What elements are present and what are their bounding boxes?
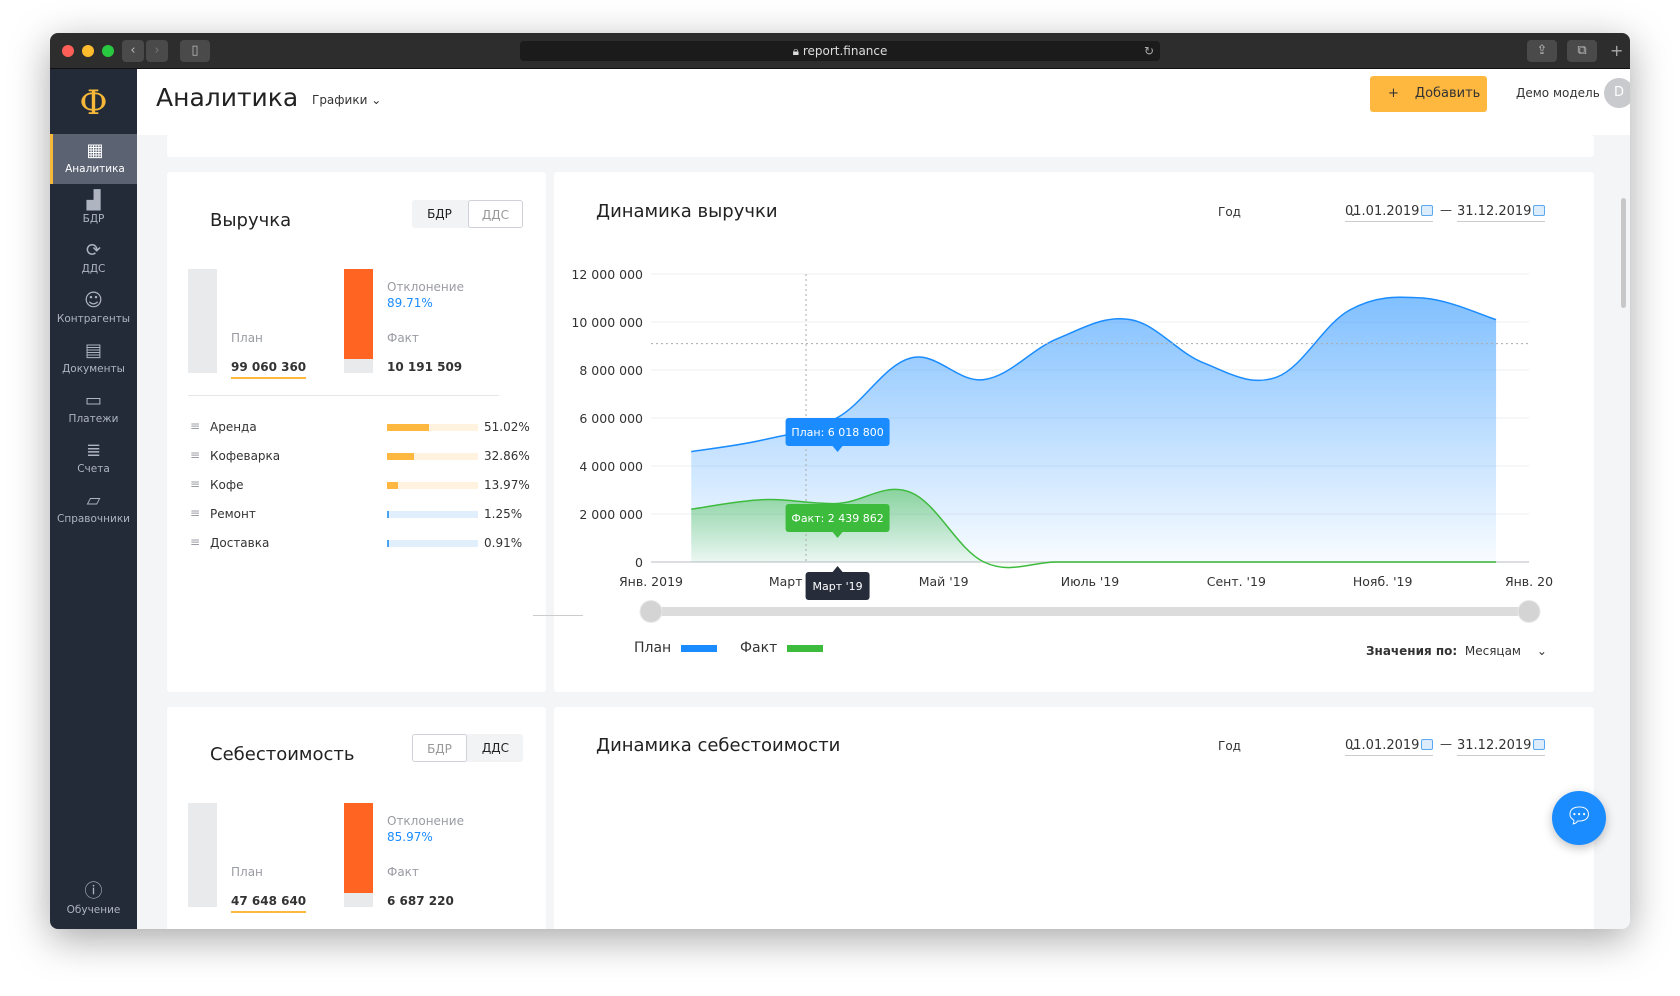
tooltip-x: Март '19 bbox=[805, 566, 870, 600]
card-title: Себестоимость bbox=[210, 744, 355, 765]
x-tick-label: Сент. '19 bbox=[1207, 574, 1266, 589]
y-tick-label: 6 000 000 bbox=[579, 411, 643, 426]
x-tick-label: Май '19 bbox=[919, 574, 969, 589]
chart-title: Динамика себестоимости bbox=[596, 735, 841, 756]
fact-bar-track bbox=[344, 803, 373, 907]
tooltip-text: Март '19 bbox=[813, 580, 863, 593]
plan-label: План bbox=[231, 865, 263, 879]
date-to-value: 31.12.2019 bbox=[1457, 738, 1532, 753]
group-by-select[interactable]: Значения по: Месяцам ⌄ bbox=[1366, 644, 1547, 658]
range-slider-track bbox=[651, 607, 1529, 616]
y-tick-label: 0 bbox=[635, 555, 643, 570]
legend-label: План bbox=[634, 640, 672, 656]
tooltip-text: План: 6 018 800 bbox=[791, 426, 883, 439]
plan-bar bbox=[188, 803, 217, 907]
chevron-down-icon: ⌄ bbox=[1536, 644, 1547, 658]
legend-plan[interactable]: План bbox=[634, 640, 718, 656]
deviation-label: Отклонение bbox=[387, 814, 464, 828]
date-separator: — bbox=[1440, 737, 1452, 751]
tab-bdr[interactable]: БДР bbox=[412, 734, 467, 762]
group-by-value: Месяцам bbox=[1464, 644, 1521, 658]
legend-swatch bbox=[681, 645, 718, 652]
chat-icon: 💬︎ bbox=[1565, 804, 1593, 829]
tooltip-text: Факт: 2 439 862 bbox=[791, 512, 883, 525]
calendar-icon bbox=[1533, 739, 1546, 750]
deviation-value: 85.97% bbox=[387, 830, 433, 844]
range-slider-handle[interactable] bbox=[1517, 600, 1541, 623]
y-tick-label: 12 000 000 bbox=[571, 267, 643, 282]
tab-dds[interactable]: ДДС bbox=[468, 734, 523, 762]
group-by-label: Значения по: bbox=[1366, 644, 1458, 658]
x-tick-label: Июль '19 bbox=[1061, 574, 1120, 589]
fact-bar bbox=[344, 803, 373, 893]
period-value: Год bbox=[1218, 739, 1241, 753]
fact-label: Факт bbox=[387, 865, 419, 879]
legend-swatch bbox=[787, 645, 824, 652]
x-tick-label: Нояб. '19 bbox=[1353, 574, 1413, 589]
date-from-field[interactable]: 01.01.2019 bbox=[1345, 738, 1434, 756]
x-tick-label: Янв. 2019 bbox=[619, 574, 683, 589]
chart-overview-icon bbox=[533, 615, 583, 616]
y-tick-label: 10 000 000 bbox=[571, 315, 643, 330]
y-tick-label: 8 000 000 bbox=[579, 363, 643, 378]
fact-value: 6 687 220 bbox=[387, 894, 454, 908]
source-toggle: БДР ДДС bbox=[412, 734, 523, 762]
legend-fact[interactable]: Факт bbox=[740, 640, 824, 656]
x-tick-label: Янв. 20 bbox=[1505, 574, 1553, 589]
range-slider-handle[interactable] bbox=[639, 600, 663, 623]
y-tick-label: 4 000 000 bbox=[579, 459, 643, 474]
chat-button[interactable]: 💬︎ bbox=[1552, 791, 1606, 845]
plan-value: 47 648 640 bbox=[231, 894, 307, 913]
date-to-field[interactable]: 31.12.2019 bbox=[1457, 738, 1546, 756]
calendar-icon bbox=[1421, 739, 1434, 750]
tooltip-arrow bbox=[832, 566, 843, 572]
legend-label: Факт bbox=[740, 640, 778, 656]
y-tick-label: 2 000 000 bbox=[579, 507, 643, 522]
browser-window: ‹ › ▯ 🔒︎ report.finance ↻ ⇪ ⧉ + Ф ▦ Анали… bbox=[50, 33, 1630, 929]
date-from-value: 01.01.2019 bbox=[1345, 738, 1420, 753]
